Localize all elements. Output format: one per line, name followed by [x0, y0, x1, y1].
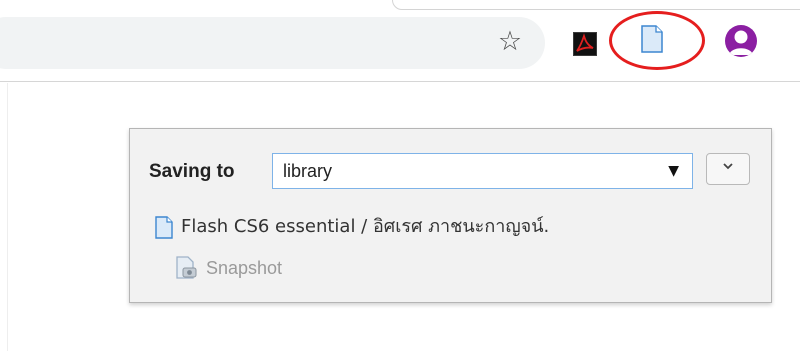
tab-strip [392, 0, 800, 10]
snapshot-label: Snapshot [206, 258, 283, 278]
avatar-glyph [729, 30, 753, 55]
item-title: Flash CS6 essential / อิศเรศ ภาชนะกาญจน์… [181, 216, 550, 237]
highlight-circle [609, 11, 705, 70]
snapshot-icon [176, 256, 197, 279]
dropdown-arrow-icon: ▼ [668, 163, 679, 179]
chevron-down-icon [723, 163, 733, 170]
document-icon [155, 216, 173, 239]
zotero-save-popup: Saving to library ▼ Flash CS6 essential … [129, 128, 772, 303]
collection-select[interactable]: library ▼ [272, 153, 693, 189]
address-bar[interactable] [0, 17, 545, 69]
collection-value: library [283, 161, 333, 181]
saving-to-label: Saving to [149, 161, 235, 182]
adobe-acrobat-icon[interactable] [573, 32, 597, 56]
star-outline-icon[interactable]: ☆ [495, 26, 525, 58]
divider [7, 83, 8, 351]
options-expand-button[interactable] [706, 153, 750, 185]
browser-toolbar: ☆ [0, 0, 800, 82]
adobe-acrobat-glyph [576, 33, 594, 52]
avatar-icon[interactable] [725, 25, 757, 57]
